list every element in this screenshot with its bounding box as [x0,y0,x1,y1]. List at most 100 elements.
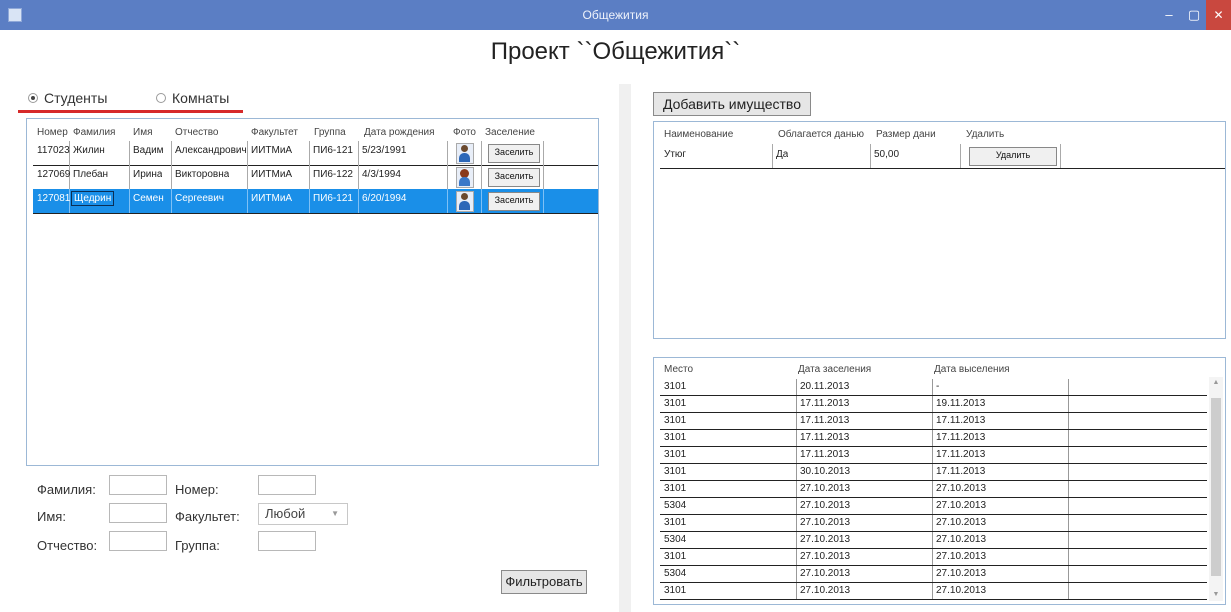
settle-button[interactable]: Заселить [488,168,540,187]
cell-place: 3101 [664,551,687,562]
settle-button[interactable]: Заселить [488,192,540,211]
table-row-selected[interactable]: 127081 Щедрин Семен Сергеевич ИИТМиА ПИ6… [33,189,598,214]
patronymic-field[interactable] [109,531,167,551]
table-row[interactable]: 3101 27.10.2013 27.10.2013 [660,481,1207,498]
column-header-faculty[interactable]: Факультет [251,127,298,138]
column-header-tax-amount[interactable]: Размер дани [876,129,936,140]
table-row[interactable]: 3101 17.11.2013 17.11.2013 [660,413,1207,430]
surname-field[interactable] [109,475,167,495]
cell-checkin-date: 17.11.2013 [800,432,850,443]
red-underline-annotation [18,110,243,113]
column-header-photo[interactable]: Фото [453,127,476,138]
cell-place: 3101 [664,466,687,477]
column-header-item-name[interactable]: Наименование [664,129,733,140]
cell-checkout-date: 17.11.2013 [936,466,986,477]
cell-checkin-date: 27.10.2013 [800,568,851,579]
column-header-checkin-date[interactable]: Дата заселения [798,364,871,375]
table-row[interactable]: 3101 27.10.2013 27.10.2013 [660,515,1207,532]
close-button[interactable]: ✕ [1206,0,1231,30]
scroll-up-icon[interactable]: ▲ [1209,377,1223,389]
minimize-button[interactable]: – [1156,0,1182,30]
cell-surname-focused[interactable]: Щедрин [71,191,115,206]
table-row[interactable]: 127069 Плебан Ирина Викторовна ИИТМиА ПИ… [33,165,598,190]
table-row[interactable]: 3101 17.11.2013 17.11.2013 [660,447,1207,464]
table-row[interactable]: 3101 17.11.2013 19.11.2013 [660,396,1207,413]
delete-button[interactable]: Удалить [969,147,1057,166]
cell-place: 3101 [664,585,687,596]
cell-faculty: ИИТМиА [251,145,293,156]
cell-checkout-date: 27.10.2013 [936,585,987,596]
vertical-scrollbar[interactable]: ▲ ▼ [1209,377,1223,601]
column-header-place[interactable]: Место [664,364,693,375]
group-field[interactable] [258,531,316,551]
cell-group: ПИ6-121 [313,145,353,156]
students-grid[interactable]: Номер Фамилия Имя Отчество Факультет Гру… [26,118,599,466]
table-row[interactable]: 5304 27.10.2013 27.10.2013 [660,532,1207,549]
column-header-taxed[interactable]: Облагается данью [778,129,864,140]
table-row[interactable]: 5304 27.10.2013 27.10.2013 [660,566,1207,583]
table-row[interactable]: 3101 30.10.2013 17.11.2013 [660,464,1207,481]
cell-faculty: ИИТМиА [251,169,293,180]
column-header-surname[interactable]: Фамилия [73,127,115,138]
settle-button[interactable]: Заселить [488,144,540,163]
stays-grid[interactable]: Место Дата заселения Дата выселения 3101… [653,357,1226,605]
chevron-down-icon: ▼ [331,509,339,518]
name-field[interactable] [109,503,167,523]
radio-checked-icon [28,93,38,103]
cell-checkin-date: 27.10.2013 [800,585,851,596]
column-header-patronymic[interactable]: Отчество [175,127,218,138]
cell-place: 5304 [664,500,687,511]
cell-place: 5304 [664,534,687,545]
filter-button[interactable]: Фильтровать [501,570,587,594]
table-row[interactable]: 3101 27.10.2013 27.10.2013 [660,549,1207,566]
cell-place: 3101 [664,398,687,409]
table-row[interactable]: 3101 20.11.2013 - [660,379,1207,396]
column-header-checkout-date[interactable]: Дата выселения [934,364,1010,375]
cell-checkout-date: 17.11.2013 [936,432,986,443]
patronymic-label: Отчество: [37,538,98,553]
panel-splitter[interactable] [619,84,631,612]
rooms-radio[interactable]: Комнаты [156,89,229,107]
students-radio-label: Студенты [44,90,108,106]
column-header-delete[interactable]: Удалить [966,129,1004,140]
cell-name: Вадим [133,145,164,156]
cell-birth-date: 4/3/1994 [362,169,401,180]
cell-surname: Плебан [73,169,109,180]
faculty-select[interactable]: Любой ▼ [258,503,348,525]
cell-checkin-date: 17.11.2013 [800,449,850,460]
cell-number: 127069 [37,169,71,180]
window-title: Общежития [582,8,649,22]
cell-place: 3101 [664,432,687,443]
number-label: Номер: [175,482,219,497]
cell-birth-date: 6/20/1994 [362,193,407,204]
scroll-down-icon[interactable]: ▼ [1209,589,1223,601]
property-grid[interactable]: Наименование Облагается данью Размер дан… [653,121,1226,339]
number-field[interactable] [258,475,316,495]
cell-place: 3101 [664,415,687,426]
cell-group: ПИ6-121 [313,193,353,204]
table-row[interactable]: 117023 Жилин Вадим Александрович ИИТМиА … [33,141,598,166]
name-label: Имя: [37,509,66,524]
table-row[interactable]: 3101 17.11.2013 17.11.2013 [660,430,1207,447]
column-header-group[interactable]: Группа [314,127,346,138]
cell-birth-date: 5/23/1991 [362,145,407,156]
column-header-birth-date[interactable]: Дата рождения [364,127,435,138]
cell-number: 117023 [37,145,70,156]
table-row[interactable]: 5304 27.10.2013 27.10.2013 [660,498,1207,515]
cell-patronymic: Викторовна [175,169,230,180]
maximize-button[interactable]: ▢ [1182,0,1206,30]
cell-checkout-date: 19.11.2013 [936,398,986,409]
cell-tax-amount: 50,00 [874,149,900,160]
table-row[interactable]: Утюг Да 50,00 Удалить [660,144,1225,169]
cell-checkin-date: 27.10.2013 [800,483,851,494]
column-header-number[interactable]: Номер [37,127,68,138]
cell-checkout-date: 27.10.2013 [936,483,987,494]
cell-faculty: ИИТМиА [251,193,293,204]
column-header-name[interactable]: Имя [133,127,152,138]
scroll-thumb[interactable] [1211,398,1221,576]
add-property-button[interactable]: Добавить имущество [653,92,811,116]
column-header-settle[interactable]: Заселение [485,127,535,138]
table-row[interactable]: 3101 27.10.2013 27.10.2013 [660,583,1207,600]
students-radio[interactable]: Студенты [28,89,107,107]
faculty-label: Факультет: [175,509,240,524]
